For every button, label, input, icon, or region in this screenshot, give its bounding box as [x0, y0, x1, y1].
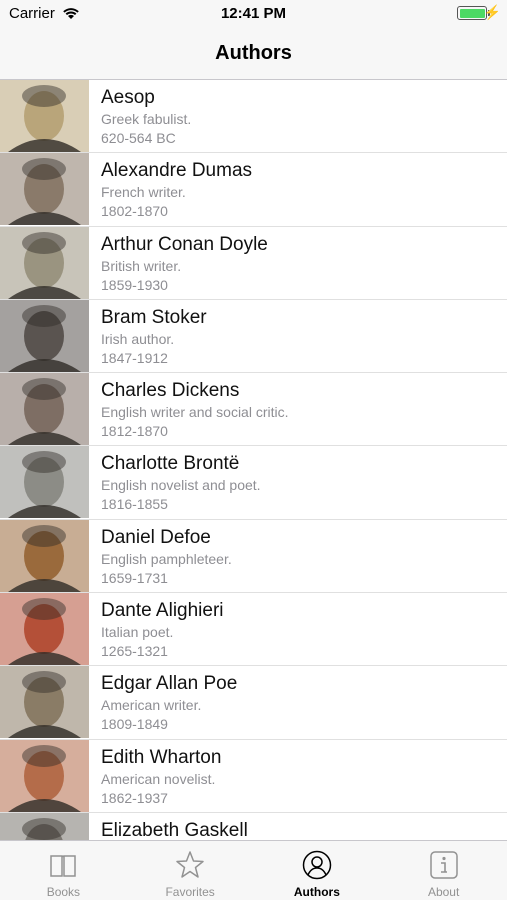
author-years: 1809-1849 [101, 716, 168, 733]
star-icon [176, 851, 204, 878]
tab-label: Authors [293, 885, 340, 899]
author-name: Edith Wharton [101, 746, 222, 768]
tab-about[interactable]: About [380, 841, 507, 900]
author-years: 1816-1855 [101, 496, 168, 513]
author-description: Italian poet. [101, 624, 174, 641]
author-portrait [0, 446, 89, 519]
author-description: American novelist. [101, 770, 216, 787]
author-name: Daniel Defoe [101, 526, 211, 548]
person-icon [302, 850, 332, 880]
tab-books[interactable]: Books [0, 841, 127, 900]
author-years: 1265-1321 [101, 643, 168, 660]
list-item[interactable]: Charles Dickens English writer and socia… [0, 373, 507, 447]
author-description: English novelist and poet. [101, 477, 261, 494]
author-years: 620-564 BC [101, 130, 176, 146]
author-description: Irish author. [101, 330, 175, 347]
list-item[interactable]: Elizabeth Gaskell [0, 812, 507, 840]
author-name: Aesop [101, 87, 155, 108]
page-title: Authors [215, 42, 292, 64]
tab-bar: Books Favorites Authors About [0, 840, 507, 900]
author-years: 1847-1912 [101, 349, 168, 366]
author-portrait [0, 299, 89, 372]
author-name: Charlotte Brontë [101, 453, 240, 475]
author-description: British writer. [101, 257, 182, 274]
list-item[interactable]: Edgar Allan Poe American writer. 1809-18… [0, 666, 507, 740]
list-item[interactable]: Alexandre Dumas French writer. 1802-1870 [0, 153, 507, 227]
author-name: Bram Stoker [101, 306, 207, 328]
author-name: Elizabeth Gaskell [101, 819, 248, 840]
tab-label: Books [46, 885, 81, 899]
author-years: 1802-1870 [101, 203, 168, 220]
navigation-bar: Authors [0, 28, 507, 80]
author-portrait [0, 153, 89, 226]
author-years: 1859-1930 [101, 276, 168, 293]
list-item[interactable]: Arthur Conan Doyle British writer. 1859-… [0, 226, 507, 300]
tab-label: Favorites [165, 885, 215, 899]
author-portrait [0, 80, 89, 152]
list-item[interactable]: Aesop Greek fabulist. 620-564 BC [0, 80, 507, 154]
author-years: 1812-1870 [101, 423, 168, 440]
book-icon [50, 855, 77, 877]
author-description: Greek fabulist. [101, 111, 192, 127]
battery-icon [457, 6, 487, 20]
author-portrait [0, 519, 89, 592]
author-portrait [0, 812, 89, 840]
authors-list[interactable]: Aesop Greek fabulist. 620-564 BC Alexand… [0, 80, 507, 840]
list-item[interactable]: Bram Stoker Irish author. 1847-1912 [0, 299, 507, 374]
author-portrait [0, 226, 89, 299]
status-bar: Carrier 12:41 PM ⚡ [0, 0, 507, 28]
tab-authors[interactable]: Authors [254, 841, 381, 900]
author-years: 1659-1731 [101, 569, 168, 586]
tab-label: About [427, 885, 460, 899]
list-item[interactable]: Dante Alighieri Italian poet. 1265-1321 [0, 593, 507, 667]
author-name: Arthur Conan Doyle [101, 233, 268, 255]
author-name: Charles Dickens [101, 380, 240, 402]
author-portrait [0, 739, 89, 812]
info-icon [429, 851, 458, 879]
tab-favorites[interactable]: Favorites [127, 841, 254, 900]
author-portrait [0, 593, 89, 666]
author-description: American writer. [101, 697, 202, 714]
author-name: Edgar Allan Poe [101, 673, 238, 695]
author-portrait [0, 666, 89, 739]
list-item[interactable]: Daniel Defoe English pamphleteer. 1659-1… [0, 519, 507, 594]
list-item[interactable]: Edith Wharton American novelist. 1862-19… [0, 739, 507, 813]
author-portrait [0, 373, 89, 446]
clock: 12:41 PM [220, 5, 287, 22]
author-name: Dante Alighieri [101, 600, 224, 622]
author-description: French writer. [101, 184, 186, 201]
charging-icon: ⚡ [483, 4, 501, 20]
author-description: English pamphleteer. [101, 550, 232, 567]
author-name: Alexandre Dumas [101, 160, 253, 182]
author-description: English writer and social critic. [101, 404, 289, 421]
author-years: 1862-1937 [101, 789, 168, 806]
list-item[interactable]: Charlotte Brontë English novelist and po… [0, 446, 507, 520]
